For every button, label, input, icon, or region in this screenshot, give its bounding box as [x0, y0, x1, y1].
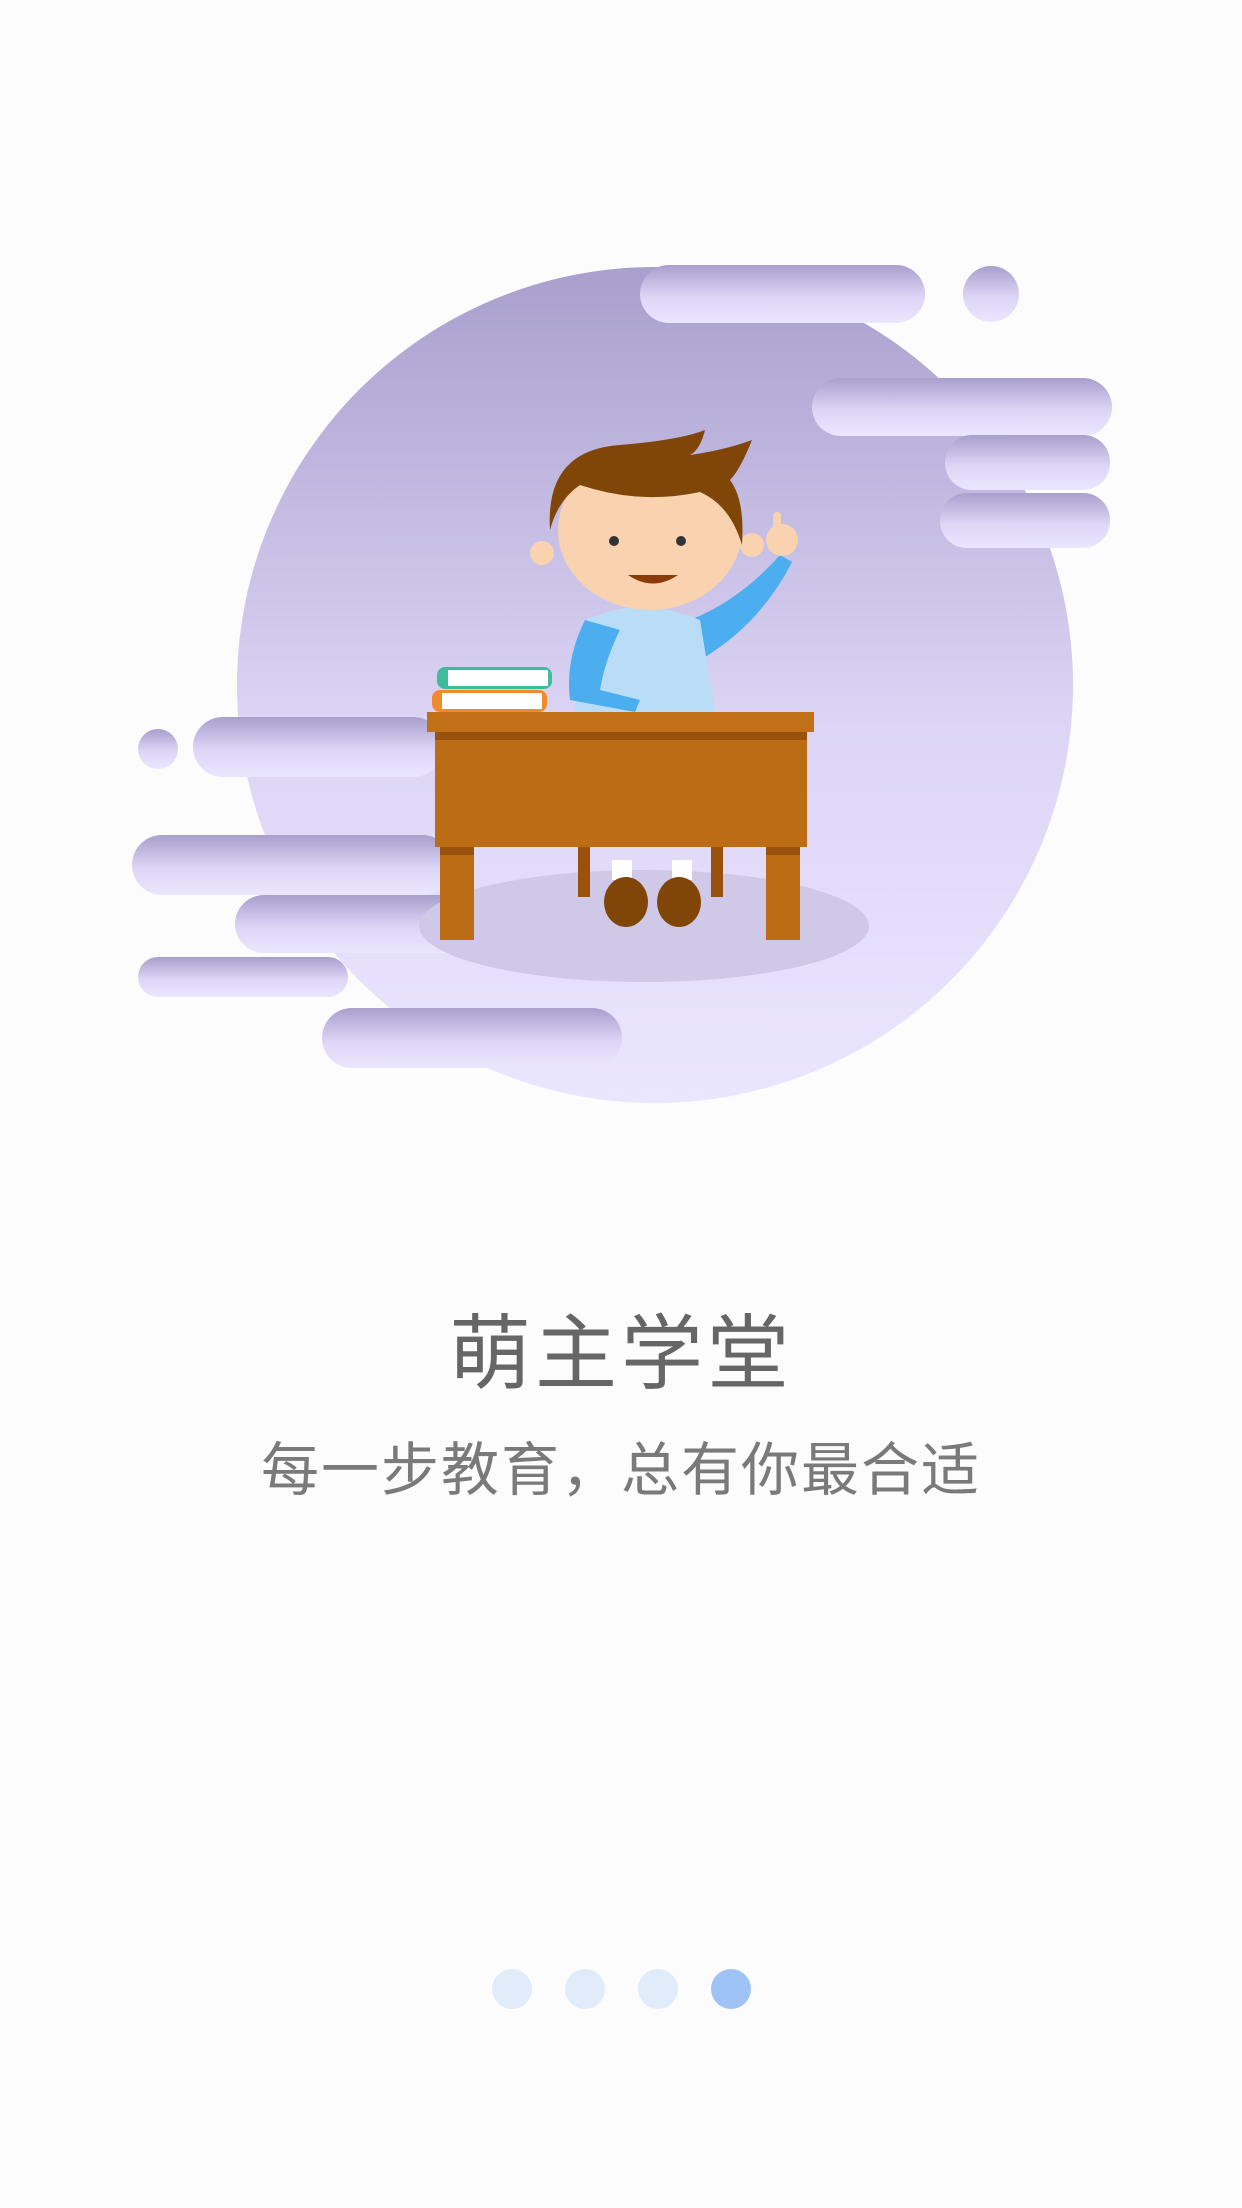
page-indicator: [0, 1969, 1242, 2009]
app-title: 萌主学堂: [448, 1307, 793, 1402]
welcome-illustration: [132, 265, 1112, 1103]
app-tagline: 每一步教育，总有你最合适: [260, 1436, 981, 1504]
page-dot-3[interactable]: [637, 1969, 678, 2009]
page-dot-1[interactable]: [491, 1969, 532, 2009]
page-dot-2[interactable]: [564, 1969, 605, 2009]
page-dot-4-active[interactable]: [710, 1969, 751, 2009]
floor-shadow: [419, 870, 869, 982]
